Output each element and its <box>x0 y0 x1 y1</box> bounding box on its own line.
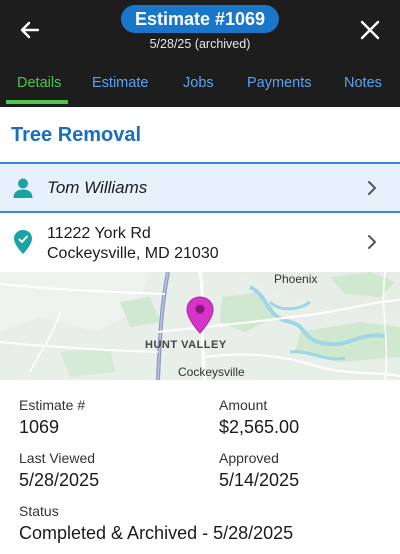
top-app-bar: Estimate #1069 5/28/25 (archived) Detail… <box>0 0 400 107</box>
status-value: Completed & Archived - 5/28/2025 <box>19 523 294 543</box>
approved-value: 5/14/2025 <box>219 470 300 490</box>
active-tab-indicator <box>6 100 68 104</box>
last-viewed-label: Last Viewed <box>19 450 96 466</box>
customer-name: Tom Williams <box>47 177 148 197</box>
estimate-title: Estimate #1069 <box>134 8 266 29</box>
status-label: Status <box>19 503 59 519</box>
amount-label: Amount <box>219 397 268 413</box>
chevron-right-icon <box>368 180 376 195</box>
tab-details[interactable]: Details <box>17 75 61 91</box>
approved-label: Approved <box>219 450 279 466</box>
location-map[interactable]: Phoenix HUNT VALLEY Cockeysville <box>0 272 400 380</box>
amount-value: $2,565.00 <box>219 417 300 437</box>
map-marker-icon[interactable] <box>186 296 214 334</box>
tab-notes[interactable]: Notes <box>344 75 382 91</box>
close-icon <box>360 20 380 40</box>
map-label-cockeysville: Cockeysville <box>178 365 245 379</box>
estimate-subtitle: 5/28/25 (archived) <box>149 37 251 51</box>
tab-bar: Details Estimate Jobs Payments Notes <box>0 68 400 100</box>
tab-estimate[interactable]: Estimate <box>92 75 148 91</box>
close-button[interactable] <box>352 12 388 48</box>
location-pin-icon <box>12 230 34 254</box>
map-label-hunt-valley: HUNT VALLEY <box>145 339 227 351</box>
tab-payments[interactable]: Payments <box>247 75 311 91</box>
estimate-title-pill: Estimate #1069 <box>120 5 280 33</box>
address-line-1: 11222 York Rd <box>47 225 151 242</box>
last-viewed-value: 5/28/2025 <box>19 470 100 490</box>
tab-jobs[interactable]: Jobs <box>183 75 214 91</box>
estimate-number-label: Estimate # <box>19 397 86 413</box>
chevron-right-icon <box>368 235 376 249</box>
customer-row[interactable]: Tom Williams <box>0 164 400 211</box>
map-label-phoenix: Phoenix <box>274 272 318 286</box>
address-line-2: Cockeysville, MD 21030 <box>47 245 219 262</box>
page-title: Tree Removal <box>11 124 142 146</box>
estimate-details: Estimate # 1069 Amount $2,565.00 Last Vi… <box>0 380 400 554</box>
person-icon <box>12 177 34 199</box>
estimate-number-value: 1069 <box>19 417 60 437</box>
address-row[interactable]: 11222 York Rd Cockeysville, MD 21030 <box>0 213 400 271</box>
